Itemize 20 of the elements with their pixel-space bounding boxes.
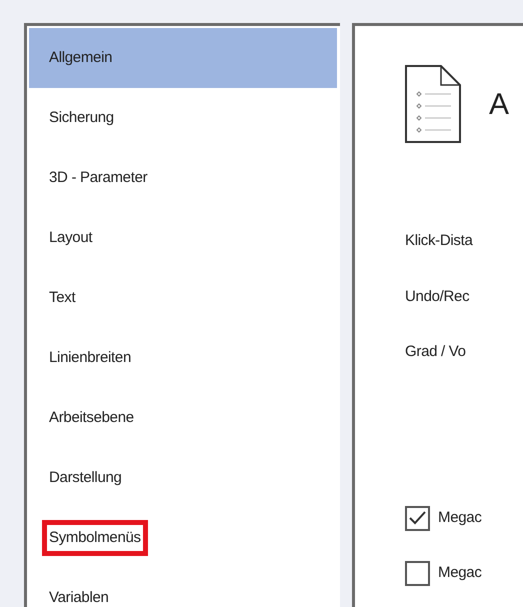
- field-label: Klick-Dista: [405, 232, 473, 249]
- field-label: Undo/Rec: [405, 288, 470, 304]
- checkbox[interactable]: [405, 560, 430, 586]
- sidebar-item[interactable]: Layout: [42, 220, 100, 256]
- sidebar-item[interactable]: Allgemein: [29, 28, 337, 88]
- checkbox-label: Megac: [438, 508, 482, 528]
- sidebar-item[interactable]: Variablen: [42, 580, 116, 607]
- checkbox[interactable]: [405, 506, 430, 530]
- sidebar-item[interactable]: Symbolmenüs: [42, 520, 148, 556]
- checkbox-label: Megac: [438, 562, 482, 583]
- sidebar-item[interactable]: 3D - Parameter: [42, 160, 154, 196]
- check-icon: [408, 510, 427, 526]
- document-list-icon: [405, 65, 461, 143]
- page-title: A: [489, 86, 510, 122]
- sidebar-item[interactable]: Text: [42, 280, 82, 316]
- sidebar-item[interactable]: Linienbreiten: [42, 340, 138, 376]
- sidebar-item[interactable]: Sicherung: [42, 100, 121, 136]
- sidebar-item[interactable]: Darstellung: [42, 460, 129, 496]
- field-label: Grad / Vo: [405, 343, 466, 360]
- sidebar-item[interactable]: Arbeitsebene: [42, 400, 141, 436]
